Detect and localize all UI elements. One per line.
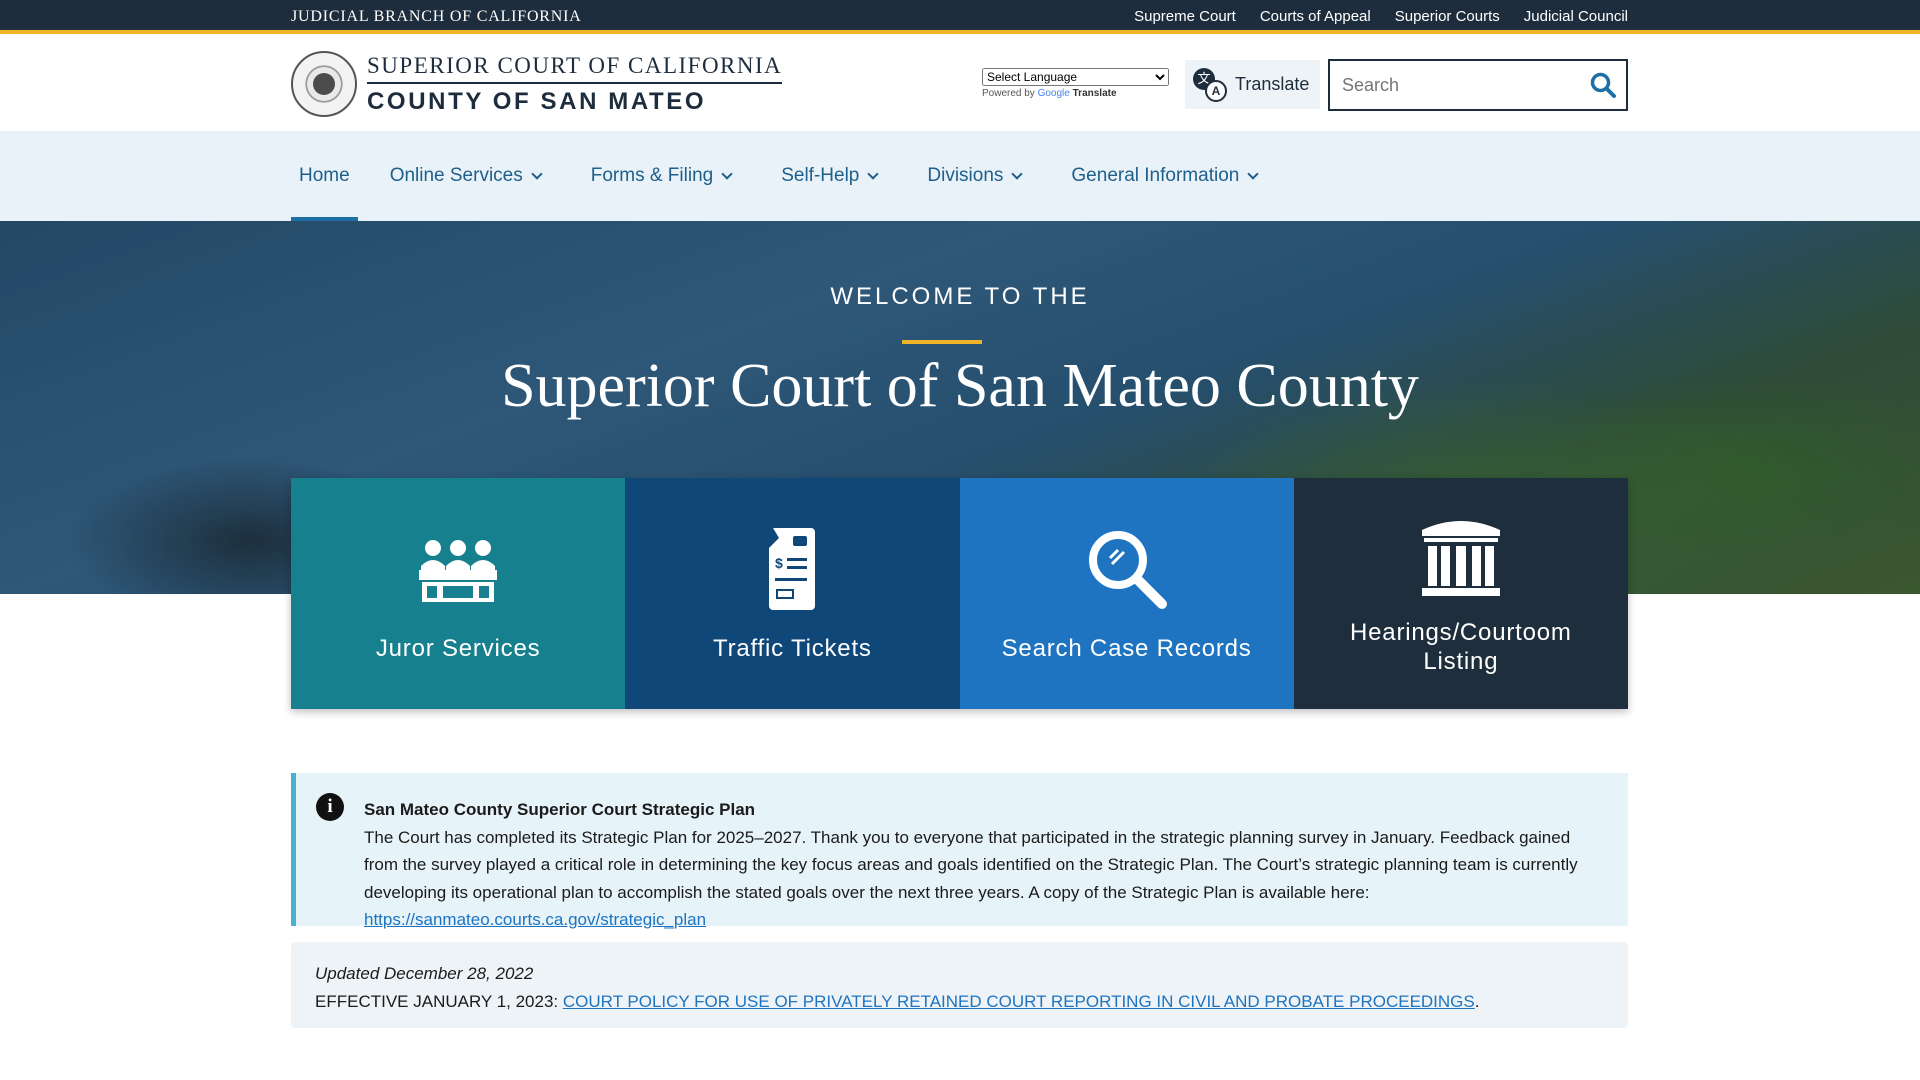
nav-forms-filing[interactable]: Forms & Filing	[583, 131, 739, 221]
policy-update-box: Updated December 28, 2022 EFFECTIVE JANU…	[291, 942, 1628, 1028]
alert-heading: San Mateo County Superior Court Strategi…	[364, 800, 756, 819]
judicial-branch-brand[interactable]: JUDICIAL BRANCH OF CALIFORNIA	[291, 8, 582, 26]
search-icon[interactable]	[1590, 72, 1616, 98]
logo-line-1: SUPERIOR COURT OF CALIFORNIA	[367, 53, 783, 84]
court-seal-icon	[291, 51, 357, 117]
top-utility-bar: JUDICIAL BRANCH OF CALIFORNIA Supreme Co…	[0, 0, 1920, 34]
powered-by-google: Powered by Google Translate	[982, 88, 1117, 99]
court-logo[interactable]: SUPERIOR COURT OF CALIFORNIA COUNTY OF S…	[291, 51, 783, 117]
main-nav: Home Online Services Forms & Filing Self…	[0, 131, 1920, 221]
strategic-plan-alert: i San Mateo County Superior Court Strate…	[291, 773, 1628, 929]
card-search-case-records[interactable]: Search Case Records	[959, 478, 1294, 709]
card-hearings-courtroom-listing[interactable]: Hearings/Courtoom Listing	[1293, 478, 1628, 709]
search-input[interactable]	[1330, 61, 1570, 109]
card-label: Search Case Records	[1001, 635, 1252, 662]
nav-online-services[interactable]: Online Services	[382, 131, 549, 221]
update-prefix: EFFECTIVE JANUARY 1, 2023:	[315, 992, 563, 1011]
link-courts-of-appeal[interactable]: Courts of Appeal	[1260, 8, 1371, 25]
update-suffix: .	[1474, 992, 1480, 1011]
chevron-down-icon	[867, 168, 880, 180]
quick-link-cards: Juror Services $ Traffic Tickets Search …	[291, 478, 1628, 709]
language-select[interactable]: Select Language	[982, 68, 1169, 86]
update-line: EFFECTIVE JANUARY 1, 2023: COURT POLICY …	[315, 988, 1604, 1016]
link-supreme-court[interactable]: Supreme Court	[1134, 8, 1236, 25]
card-traffic-tickets[interactable]: $ Traffic Tickets	[625, 478, 960, 709]
courthouse-icon	[1420, 512, 1502, 602]
card-label: Juror Services	[375, 635, 541, 662]
jurors-icon	[417, 524, 499, 614]
card-label: Hearings/Courtoom Listing	[1350, 618, 1572, 675]
alert-body: San Mateo County Superior Court Strategi…	[364, 796, 1604, 934]
nav-general-information[interactable]: General Information	[1063, 131, 1265, 221]
translate-icon: 文A	[1193, 67, 1227, 102]
hero-divider	[902, 340, 982, 344]
update-date: Updated December 28, 2022	[315, 964, 534, 983]
logo-text: SUPERIOR COURT OF CALIFORNIA COUNTY OF S…	[367, 53, 783, 116]
traffic-ticket-icon: $	[769, 524, 816, 614]
chevron-down-icon	[1011, 168, 1024, 180]
info-icon: i	[316, 793, 344, 821]
hero-kicker: WELCOME TO THE	[830, 283, 1090, 310]
link-superior-courts[interactable]: Superior Courts	[1395, 8, 1500, 25]
nav-home[interactable]: Home	[291, 131, 358, 221]
nav-divisions[interactable]: Divisions	[919, 131, 1029, 221]
search-box	[1328, 59, 1628, 111]
hero-title: Superior Court of San Mateo County	[501, 352, 1419, 420]
alert-text: The Court has completed its Strategic Pl…	[364, 827, 1578, 902]
top-links: Supreme Court Courts of Appeal Superior …	[1134, 8, 1628, 25]
card-juror-services[interactable]: Juror Services	[291, 478, 626, 709]
chevron-down-icon	[721, 168, 733, 180]
strategic-plan-link[interactable]: https://sanmateo.courts.ca.gov/strategic…	[364, 910, 706, 929]
card-label: Traffic Tickets	[713, 635, 872, 662]
court-reporting-policy-link[interactable]: COURT POLICY FOR USE OF PRIVATELY RETAIN…	[563, 992, 1475, 1011]
logo-line-2: COUNTY OF SAN MATEO	[367, 87, 707, 115]
chevron-down-icon	[1247, 168, 1259, 180]
nav-self-help[interactable]: Self-Help	[773, 131, 885, 221]
translate-button[interactable]: 文A Translate	[1185, 60, 1320, 109]
magnifier-icon	[1086, 524, 1168, 614]
svg-text:$: $	[775, 555, 783, 571]
google-translate-widget: Select Language Powered by Google Transl…	[982, 68, 1169, 99]
chevron-down-icon	[531, 168, 543, 180]
site-header: SUPERIOR COURT OF CALIFORNIA COUNTY OF S…	[0, 38, 1920, 131]
link-judicial-council[interactable]: Judicial Council	[1524, 8, 1628, 25]
translate-button-label: Translate	[1235, 74, 1310, 94]
